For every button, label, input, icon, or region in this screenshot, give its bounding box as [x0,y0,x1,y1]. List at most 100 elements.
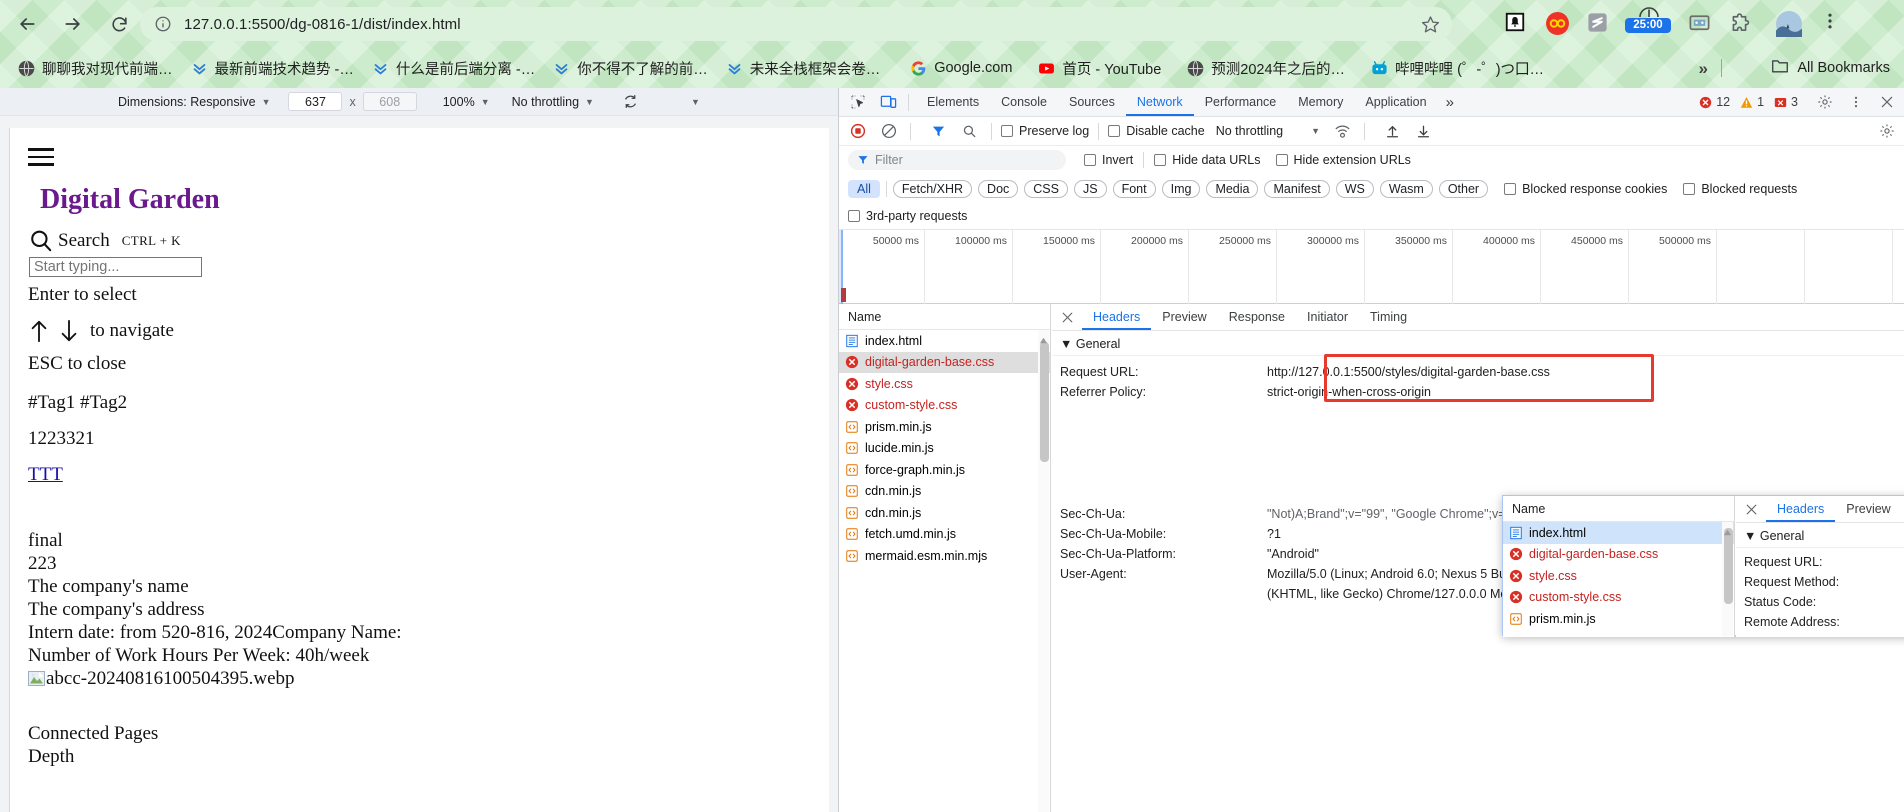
request-list-column-header[interactable]: Name [839,304,1050,330]
more-vertical-icon[interactable] [1843,91,1868,113]
type-chip-other[interactable]: Other [1438,179,1489,198]
type-chip-fetch-xhr[interactable]: Fetch/XHR [892,179,973,198]
general-section-header[interactable]: ▼ General [1052,331,1904,356]
details-tab-headers[interactable]: Headers [1766,496,1835,522]
request-row[interactable]: index.html [839,330,1050,352]
type-chip-doc[interactable]: Doc [978,179,1019,198]
details-tab-headers[interactable]: Headers [1082,304,1151,330]
import-har-icon[interactable] [1380,120,1405,142]
tab-network[interactable]: Network [1126,88,1194,116]
tab-application[interactable]: Application [1354,88,1437,116]
details-tab-response[interactable]: Response [1218,304,1296,330]
tab-performance[interactable]: Performance [1194,88,1288,116]
type-chip-manifest[interactable]: Manifest [1264,179,1330,198]
clear-network-icon[interactable] [876,120,901,142]
bookmark-item[interactable]: 预测2024年之后的… [1187,58,1345,79]
page-info-icon[interactable] [154,15,172,33]
header-value[interactable]: strict-origin-when-cross-origin [1267,382,1431,402]
floating-request-list-column-header[interactable]: Name [1503,496,1734,522]
tab-sources[interactable]: Sources [1058,88,1126,116]
type-chip-media[interactable]: Media [1206,179,1259,198]
header-value[interactable]: ?1 [1267,524,1281,544]
network-throttling-selector[interactable]: No throttling ▼ [512,95,594,109]
blocked-requests-checkbox[interactable]: Blocked requests [1683,182,1797,196]
bookmark-item[interactable]: 最新前端技术趋势 -… [191,58,354,79]
type-chip-css[interactable]: CSS [1024,179,1068,198]
third-party-requests-checkbox[interactable]: 3rd-party requests [848,209,967,223]
request-row[interactable]: digital-garden-base.css [1503,544,1734,566]
details-tab-preview[interactable]: Preview [1835,496,1901,522]
request-row[interactable]: mermaid.esm.min.mjs [839,545,1050,567]
type-chip-all[interactable]: All [848,179,880,198]
profile-avatar-icon[interactable] [1776,11,1802,37]
request-row[interactable]: fetch.umd.min.js [839,524,1050,546]
request-row[interactable]: prism.min.js [839,416,1050,438]
issue-counter[interactable]: 3 [1774,95,1798,109]
close-icon[interactable] [1874,91,1899,113]
inspect-element-icon[interactable] [845,91,870,113]
request-row[interactable]: force-graph.min.js [839,459,1050,481]
details-tab-timing[interactable]: Timing [1359,304,1418,330]
request-row[interactable]: cdn.min.js [839,502,1050,524]
reload-icon[interactable] [100,5,138,43]
close-details-icon[interactable] [1052,311,1082,324]
bookmark-item[interactable]: 未来全栈框架会卷… [726,58,880,79]
scroll-up-arrow-icon[interactable] [1723,524,1732,536]
address-bar[interactable]: 127.0.0.1:5500/dg-0816-1/dist/index.html [140,7,1452,41]
bookmark-item[interactable]: 你不得不了解的前… [553,58,708,79]
dimensions-selector[interactable]: Dimensions: Responsive ▼ [118,95,270,109]
type-chip-js[interactable]: JS [1073,179,1107,198]
search-input[interactable] [29,257,202,277]
type-chip-ws[interactable]: WS [1335,179,1374,198]
export-har-icon[interactable] [1411,120,1436,142]
filter-input[interactable]: Filter [848,150,1066,170]
gear-icon[interactable] [1812,91,1837,113]
bookmark-item[interactable]: 哔哩哔哩 (゜-゜)つ囗… [1371,58,1544,79]
request-row[interactable]: style.css [1503,565,1734,587]
disable-cache-checkbox[interactable]: Disable cache [1108,124,1205,138]
pomodoro-timer-extension-icon[interactable]: 25:00 [1625,7,1673,37]
filter-funnel-icon[interactable] [926,120,951,142]
bookmark-item[interactable]: Google.com [910,60,1012,77]
header-value[interactable]: http://127.0.0.1:5500/styles/digital-gar… [1267,362,1550,382]
floating-list-scroll-thumb[interactable] [1724,528,1733,604]
notification-extension-icon[interactable] [1504,11,1530,37]
bookmark-star-icon[interactable] [1421,15,1440,34]
ttt-link[interactable]: TTT [28,464,63,486]
bookmark-item[interactable]: 首页 - YouTube [1038,58,1161,79]
header-value[interactable]: "Android" [1267,544,1319,564]
request-row[interactable]: prism.min.js [1503,608,1734,630]
request-row[interactable]: lucide.min.js [839,438,1050,460]
tab-memory[interactable]: Memory [1287,88,1354,116]
general-section-header[interactable]: ▼ General [1736,523,1904,548]
scroll-up-arrow-icon[interactable] [1039,332,1048,344]
zoom-selector[interactable]: 100% ▼ [443,95,490,109]
viewport-width-input[interactable]: 637 [288,92,343,111]
record-stop-icon[interactable] [845,120,870,142]
hide-extension-urls-checkbox[interactable]: Hide extension URLs [1275,153,1411,167]
hide-data-urls-checkbox[interactable]: Hide data URLs [1154,153,1261,167]
request-list-scroll-thumb[interactable] [1040,342,1049,462]
error-counter[interactable]: 12 [1699,95,1730,109]
puzzle-extensions-icon[interactable] [1729,11,1755,37]
page-tags[interactable]: #Tag1 #Tag2 [28,392,127,414]
preserve-log-checkbox[interactable]: Preserve log [1001,124,1089,138]
viewport-height-input[interactable]: 608 [362,92,417,111]
all-bookmarks-button[interactable]: All Bookmarks [1771,58,1890,78]
request-row[interactable]: custom-style.css [839,395,1050,417]
request-row[interactable]: custom-style.css [1503,587,1734,609]
hamburger-menu-icon[interactable] [28,148,54,166]
more-tabs-button[interactable]: » [1438,88,1462,116]
request-row[interactable]: index.html [1503,522,1734,544]
tab-console[interactable]: Console [990,88,1058,116]
blocked-response-cookies-checkbox[interactable]: Blocked response cookies [1504,182,1667,196]
forward-arrow-icon[interactable] [54,5,92,43]
chrome-menu-icon[interactable] [1820,11,1846,37]
network-settings-gear-icon[interactable] [1874,120,1899,142]
type-chip-img[interactable]: Img [1161,179,1201,198]
back-arrow-icon[interactable] [8,5,46,43]
device-toolbar-more-button[interactable]: ▼ [685,97,700,107]
request-row[interactable]: digital-garden-base.css [839,351,1050,373]
request-row[interactable]: style.css [839,373,1050,395]
device-toolbar-icon[interactable] [876,91,901,113]
